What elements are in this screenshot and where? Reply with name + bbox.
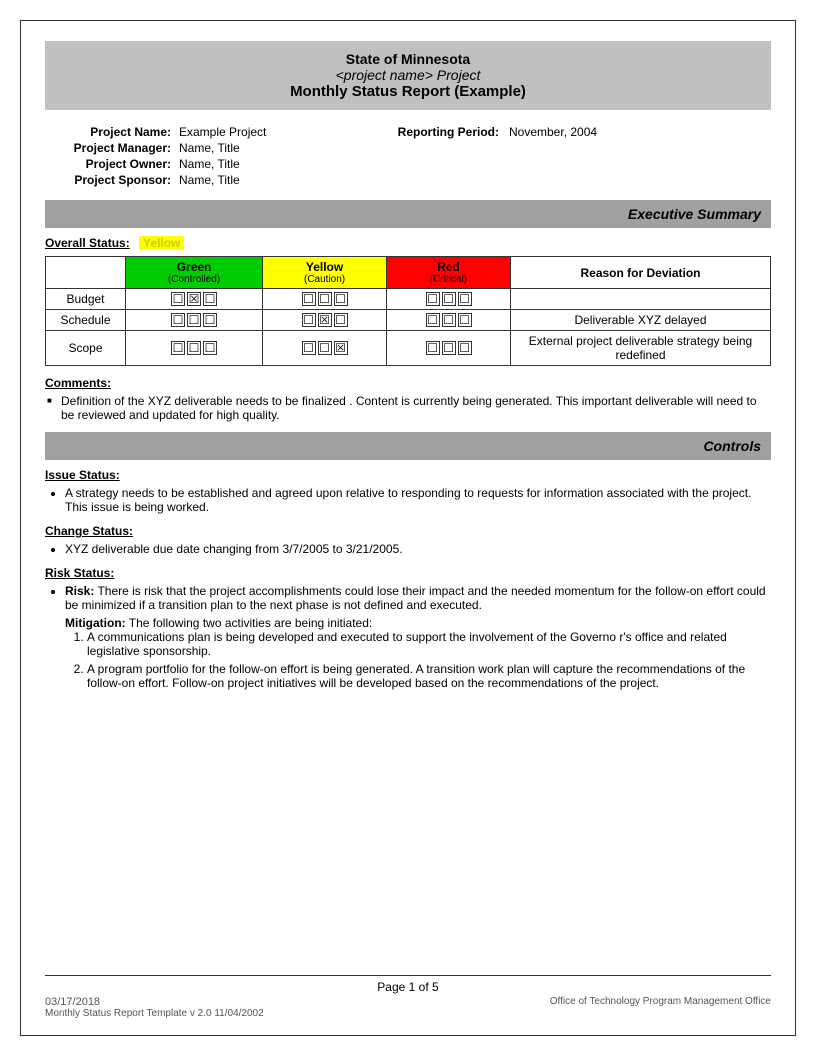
footer-office: Office of Technology Program Management … <box>550 996 771 1019</box>
reporting-period-value: November, 2004 <box>505 124 771 140</box>
comments-section: Comments: Definition of the XYZ delivera… <box>45 376 771 422</box>
risk-status-label: Risk Status: <box>45 566 771 580</box>
mitigation-intro: Mitigation: The following two activities… <box>65 616 771 630</box>
status-row-red <box>387 331 511 366</box>
status-row-green <box>126 331 263 366</box>
status-row-red <box>387 289 511 310</box>
project-name-value: Example Project <box>175 124 375 140</box>
header-title2: <project name> Project <box>53 67 763 83</box>
mitigation-intro-text: The following two activities are being i… <box>126 616 373 630</box>
status-table-red-header: Red (Critical) <box>387 257 511 289</box>
header-title3: Monthly Status Report (Example) <box>53 83 763 100</box>
footer-left: 03/17/2018 Monthly Status Report Templat… <box>45 996 264 1019</box>
comments-label: Comments: <box>45 376 771 390</box>
mitigation-list: A communications plan is being developed… <box>65 630 771 690</box>
status-row-yellow <box>263 289 387 310</box>
status-row-yellow <box>263 310 387 331</box>
project-manager-value: Name, Title <box>175 140 375 156</box>
risk-list: Risk: There is risk that the project acc… <box>45 584 771 612</box>
risk-text: There is risk that the project accomplis… <box>65 584 766 612</box>
status-row-label: Budget <box>46 289 126 310</box>
page: State of Minnesota <project name> Projec… <box>20 20 796 1036</box>
issue-list: A strategy needs to be established and a… <box>45 486 771 514</box>
reporting-period-label: Reporting Period: <box>375 124 505 140</box>
controls-section: Issue Status: A strategy needs to be est… <box>45 468 771 690</box>
project-manager-label: Project Manager: <box>45 140 175 156</box>
status-table-reason-header: Reason for Deviation <box>511 257 771 289</box>
status-table: Green (Controlled) Yellow (Caution) Red … <box>45 256 771 366</box>
project-sponsor-value: Name, Title <box>175 172 375 188</box>
mitigation-bold: Mitigation: <box>65 616 126 630</box>
status-row-reason: Deliverable XYZ delayed <box>511 310 771 331</box>
status-row-label: Schedule <box>46 310 126 331</box>
status-table-empty-header <box>46 257 126 289</box>
status-row-green <box>126 289 263 310</box>
footer-date: 03/17/2018 <box>45 996 264 1008</box>
comment-item: Definition of the XYZ deliverable needs … <box>61 394 771 422</box>
overall-status-label: Overall Status: <box>45 236 130 250</box>
mitigation-block: Mitigation: The following two activities… <box>65 616 771 690</box>
comments-list: Definition of the XYZ deliverable needs … <box>45 394 771 422</box>
footer-template-info: Monthly Status Report Template v 2.0 11/… <box>45 1008 264 1019</box>
controls-header: Controls <box>45 432 771 460</box>
footer-bottom: 03/17/2018 Monthly Status Report Templat… <box>45 996 771 1019</box>
status-table-yellow-header: Yellow (Caution) <box>263 257 387 289</box>
risk-status-section: Risk Status: Risk: There is risk that th… <box>45 566 771 690</box>
change-item: XYZ deliverable due date changing from 3… <box>65 542 771 556</box>
issue-status-section: Issue Status: A strategy needs to be est… <box>45 468 771 514</box>
status-table-green-header: Green (Controlled) <box>126 257 263 289</box>
project-owner-label: Project Owner: <box>45 156 175 172</box>
change-status-label: Change Status: <box>45 524 771 538</box>
overall-status-value: Yellow <box>139 236 184 250</box>
mitigation-item: A communications plan is being developed… <box>87 630 771 658</box>
project-owner-value: Name, Title <box>175 156 375 172</box>
project-name-label: Project Name: <box>45 124 175 140</box>
status-row-reason: External project deliverable strategy be… <box>511 331 771 366</box>
project-sponsor-label: Project Sponsor: <box>45 172 175 188</box>
issue-status-label: Issue Status: <box>45 468 771 482</box>
status-row-red <box>387 310 511 331</box>
header-title1: State of Minnesota <box>53 51 763 67</box>
executive-summary-header: Executive Summary <box>45 200 771 228</box>
risk-bold: Risk: <box>65 584 94 598</box>
overall-status: Overall Status: Yellow <box>45 236 771 250</box>
issue-item: A strategy needs to be established and a… <box>65 486 771 514</box>
status-row-green <box>126 310 263 331</box>
mitigation-item: A program portfolio for the follow-on ef… <box>87 662 771 690</box>
footer-page-info: Page 1 of 5 <box>45 980 771 994</box>
project-info: Project Name: Example Project Reporting … <box>45 120 771 192</box>
header-section: State of Minnesota <project name> Projec… <box>45 41 771 110</box>
change-list: XYZ deliverable due date changing from 3… <box>45 542 771 556</box>
status-row-label: Scope <box>46 331 126 366</box>
footer: Page 1 of 5 03/17/2018 Monthly Status Re… <box>45 975 771 1019</box>
status-row-yellow <box>263 331 387 366</box>
status-row-reason <box>511 289 771 310</box>
change-status-section: Change Status: XYZ deliverable due date … <box>45 524 771 556</box>
risk-item: Risk: There is risk that the project acc… <box>65 584 771 612</box>
